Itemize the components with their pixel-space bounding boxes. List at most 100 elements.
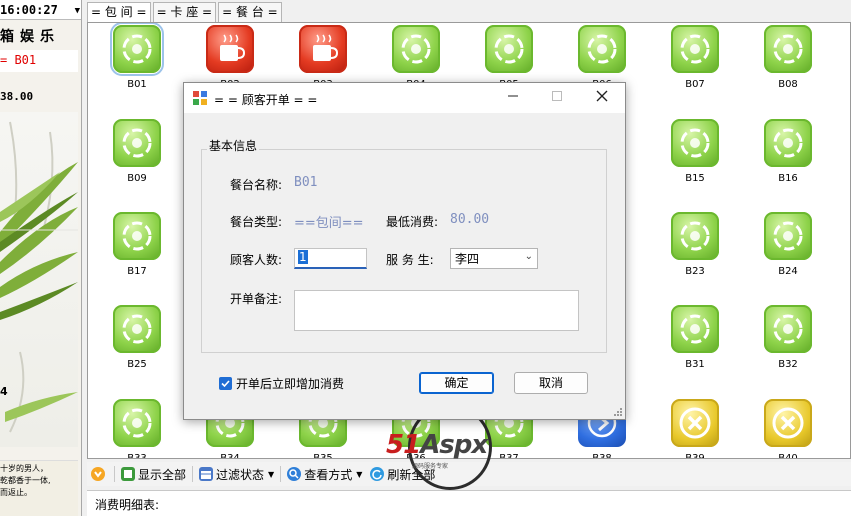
maximize-button [534,83,580,113]
resize-grip-icon[interactable] [613,407,623,417]
table-label: B31 [685,359,705,370]
waiter-value: 李四 [455,252,480,266]
toolbar-separator [114,466,115,482]
table-label: B38 [592,453,612,459]
table-name-value: B01 [294,175,318,190]
table-cell-b07[interactable]: B07 [669,25,721,90]
table-cell-b39[interactable]: B39 [669,399,721,458]
table-cell-b09[interactable]: B09 [111,119,163,184]
table-cell-b03[interactable]: B03 [297,25,349,90]
show-all-icon [121,467,135,481]
calendar-icon [199,467,214,481]
table-cell-b04[interactable]: B04 [390,25,442,90]
cancel-button[interactable]: 取消 [514,372,588,394]
watermark-brand: 51Aspx [386,430,488,460]
table-label: B35 [313,453,333,459]
table-label: B33 [127,453,147,459]
view-mode-button[interactable]: 查看方式 ▼ [283,463,366,485]
table-cell-b15[interactable]: B15 [669,119,721,184]
waiter-label: 服 务 生: [386,253,434,267]
watermark-brand-red: 51 [386,430,421,460]
table-label: B09 [127,173,147,184]
poem-text: 十岁的男人， 乾都香于一体, 而返止。 [0,460,78,516]
table-cell-b32[interactable]: B32 [762,305,814,370]
room-type-tabs: = 包 间 = = 卡 座 = = 餐 台 = [87,0,284,22]
close-icon [596,90,608,102]
dialog-titlebar[interactable]: = = 顾客开单 = = [184,83,625,113]
table-label: B08 [778,79,798,90]
minimize-icon [508,95,518,97]
table-cell-b16[interactable]: B16 [762,119,814,184]
free-table-icon [671,305,719,353]
poem-line: 十岁的男人， [0,464,48,473]
watermark-brand-gray: Aspx [420,430,488,460]
basic-info-title: 基本信息 [207,137,260,154]
toolbar-menu-button[interactable] [87,463,112,485]
free-table-icon [671,25,719,73]
table-cell-b02[interactable]: B02 [204,25,256,90]
filter-status-label: 过滤状态 [216,467,265,482]
show-all-button[interactable]: 显示全部 [117,463,190,485]
clock-text: 16:00:27 [0,3,58,17]
art-number: 4 [0,385,8,398]
ok-button[interactable]: 确定 [419,372,494,394]
guest-count-input[interactable]: 1 [294,248,367,269]
waiter-select[interactable]: 李四 ⌄ [450,248,538,269]
occupied-coffee-icon [299,25,347,73]
table-cell-b25[interactable]: B25 [111,305,163,370]
free-table-icon [764,212,812,260]
show-all-label: 显示全部 [138,467,187,482]
guest-count-label: 顾客人数: [230,253,283,267]
add-consumption-label: 开单后立即增加消费 [236,377,345,391]
free-table-icon [764,305,812,353]
notes-textarea[interactable] [294,290,579,331]
table-cell-b23[interactable]: B23 [669,212,721,277]
table-name-label: 餐台名称: [230,178,283,192]
watermark-tagline: 源码服务专家 [412,463,449,470]
app-window: 16:00:27 ▼ 箱娱乐 = B01 38.00 4 十岁的男人， 乾都香于… [0,0,851,516]
minimize-button[interactable] [490,83,536,113]
app-icon [193,91,207,105]
clock: 16:00:27 ▼ [0,0,81,20]
filter-status-button[interactable]: 过滤状态 ▼ [195,463,278,485]
table-cell-b05[interactable]: B05 [483,25,535,90]
guest-count-value: 1 [298,250,308,264]
free-table-icon [671,212,719,260]
table-label: B16 [778,173,798,184]
table-cell-b40[interactable]: B40 [762,399,814,458]
tab-booth[interactable]: = 卡 座 = [152,2,217,22]
table-cell-b08[interactable]: B08 [762,25,814,90]
table-type-value: ==包间== [294,216,364,231]
clock-dropdown-icon[interactable]: ▼ [75,6,80,16]
refresh-icon [370,467,385,481]
close-button[interactable] [579,83,625,113]
add-consumption-checkbox[interactable]: 开单后立即增加消费 [219,375,344,392]
disabled-table-icon [764,399,812,447]
free-table-icon [578,25,626,73]
chevron-down-icon: ⌄ [524,251,533,262]
free-table-icon [110,23,164,76]
table-cell-b33[interactable]: B33 [111,399,163,459]
checkbox-checked-icon [219,377,232,390]
free-table-icon [113,119,161,167]
bamboo-art-icon [0,121,78,433]
free-table-icon [113,399,161,447]
table-cell-b17[interactable]: B17 [111,212,163,277]
min-spend-value: 80.00 [450,212,490,227]
dialog-title: = = 顾客开单 = = [214,93,318,107]
tab-dining-table[interactable]: = 餐 台 = [218,2,282,22]
tab-private-room[interactable]: = 包 间 = [87,2,151,22]
free-table-icon [671,119,719,167]
table-cell-b24[interactable]: B24 [762,212,814,277]
table-cell-b31[interactable]: B31 [669,305,721,370]
table-cell-b06[interactable]: B06 [576,25,628,90]
left-info-panel: 16:00:27 ▼ 箱娱乐 = B01 38.00 4 十岁的男人， 乾都香于… [0,0,82,516]
table-cell-b01[interactable]: B01 [110,23,164,90]
toolbar-separator [280,466,282,482]
table-label: B32 [778,359,798,370]
chevron-down-icon: ▼ [356,469,363,479]
free-table-icon [392,25,440,73]
consumption-detail-label: 消费明细表: [95,498,160,512]
min-spend-display: 38.00 [0,90,34,103]
orange-down-arrow-icon [91,467,105,481]
